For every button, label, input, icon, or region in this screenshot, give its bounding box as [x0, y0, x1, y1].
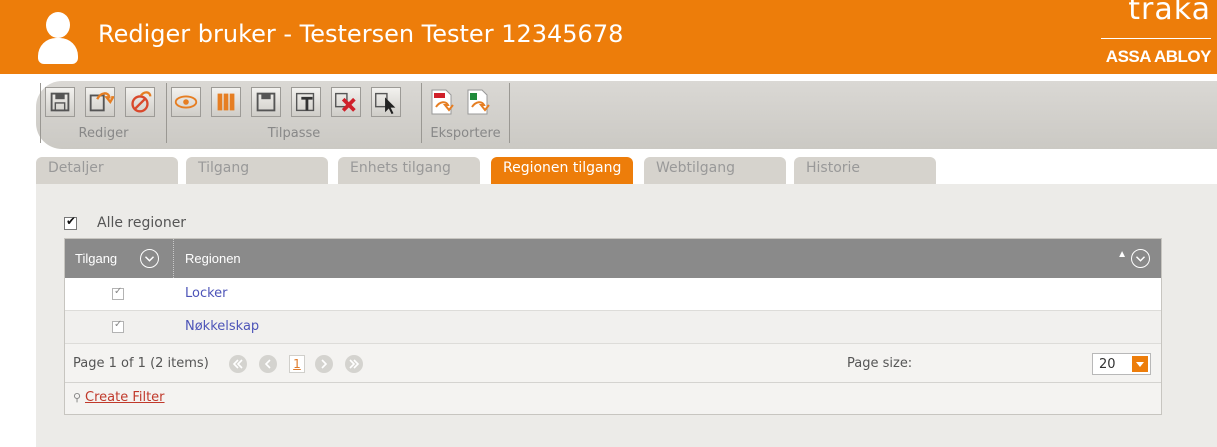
filter-bar: ⚲ Create Filter — [65, 383, 1161, 414]
grid-header: Tilgang Regionen ▲ — [65, 239, 1161, 278]
columns-icon — [217, 93, 235, 111]
export-pdf-icon — [431, 89, 454, 115]
export-excel-button[interactable] — [462, 87, 492, 117]
tab-regionen-tilgang[interactable]: Regionen tilgang — [491, 157, 633, 185]
region-link[interactable]: Nøkkelskap — [185, 319, 259, 334]
cancel-icon — [131, 91, 152, 113]
save-layout-icon — [256, 92, 276, 112]
tab-enhets-tilgang[interactable]: Enhets tilgang — [338, 157, 480, 185]
toolbar-group-label: Tilpasse — [267, 126, 321, 141]
delete-button[interactable] — [331, 87, 361, 117]
column-header-tilgang[interactable]: Tilgang — [65, 239, 174, 278]
table-row: Locker — [65, 278, 1161, 311]
tab-historie[interactable]: Historie — [794, 157, 936, 185]
select-button[interactable] — [371, 87, 401, 117]
tab-strip: Detaljer Tilgang Enhets tilgang Regionen… — [36, 157, 1217, 185]
text-format-icon — [295, 92, 315, 112]
delete-icon — [335, 92, 356, 112]
toolbar-group-label: Eksportere — [430, 126, 501, 141]
toolbar-group-label: Rediger — [78, 126, 129, 141]
regions-grid: Tilgang Regionen ▲ Locker Nøkkelskap Pag… — [64, 238, 1162, 415]
first-page-button[interactable] — [229, 355, 247, 373]
create-filter-link[interactable]: Create Filter — [85, 390, 165, 405]
double-chevron-left-icon — [232, 359, 243, 369]
next-page-button[interactable] — [315, 355, 333, 373]
content-panel: Alle regioner Tilgang Regionen ▲ Locker … — [36, 184, 1217, 447]
dropdown-arrow-icon — [1136, 362, 1144, 367]
text-format-button[interactable] — [291, 87, 321, 117]
sort-ascending-icon: ▲ — [1117, 249, 1127, 260]
prev-page-button[interactable] — [259, 355, 277, 373]
all-regions-row: Alle regioner — [64, 214, 187, 231]
brand-traka-text: traka — [1128, 0, 1211, 27]
tab-detaljer[interactable]: Detaljer — [36, 157, 178, 185]
toolbar-group-tilpasse: Tilpasse — [167, 83, 422, 143]
chevron-down-icon — [144, 256, 155, 262]
column-menu-button[interactable] — [1131, 249, 1150, 268]
save-and-close-button[interactable] — [85, 87, 115, 117]
pager: Page 1 of 1 (2 items) 1 Page size: 20 — [65, 344, 1161, 383]
view-icon — [174, 95, 198, 109]
brand-assa-text: ASSA ABLOY — [1105, 47, 1212, 66]
page-number-current[interactable]: 1 — [289, 355, 305, 373]
column-header-regionen[interactable]: Regionen — [185, 251, 241, 266]
toolbar-group-rediger: Rediger — [40, 83, 167, 143]
export-excel-icon — [467, 89, 490, 115]
filter-icon: ⚲ — [73, 391, 82, 404]
double-chevron-right-icon — [349, 359, 360, 369]
pager-summary: Page 1 of 1 (2 items) — [73, 356, 209, 371]
header-bar: Rediger bruker - Testersen Tester 123456… — [0, 0, 1217, 74]
toolbar: Rediger Tilpasse Eksportere — [36, 81, 1217, 149]
toolbar-group-eksportere: Eksportere — [422, 83, 510, 143]
chevron-left-icon — [264, 359, 271, 369]
user-icon — [36, 12, 80, 64]
region-link[interactable]: Locker — [185, 286, 228, 301]
cancel-button[interactable] — [125, 87, 155, 117]
brand-logo: traka ASSA ABLOY — [1091, 0, 1212, 74]
page-size-value: 20 — [1099, 357, 1116, 372]
columns-button[interactable] — [211, 87, 241, 117]
column-header-tilgang-label: Tilgang — [75, 251, 118, 266]
page-size-dropdown-button[interactable] — [1132, 356, 1148, 372]
page-title: Rediger bruker - Testersen Tester 123456… — [98, 20, 624, 48]
all-regions-label: Alle regioner — [97, 215, 187, 231]
all-regions-checkbox[interactable] — [64, 214, 77, 230]
row-access-checkbox[interactable] — [112, 286, 124, 300]
last-page-button[interactable] — [345, 355, 363, 373]
export-pdf-button[interactable] — [426, 87, 456, 117]
save-and-close-icon — [89, 92, 114, 112]
chevron-down-icon — [1135, 256, 1146, 262]
tab-tilgang[interactable]: Tilgang — [186, 157, 328, 185]
page-size-label: Page size: — [847, 356, 913, 371]
save-layout-button[interactable] — [251, 87, 281, 117]
page-size-select[interactable]: 20 — [1092, 353, 1151, 375]
chevron-right-icon — [321, 359, 328, 369]
row-access-checkbox[interactable] — [112, 319, 124, 333]
select-cursor-icon — [375, 92, 396, 115]
view-button[interactable] — [171, 87, 201, 117]
tab-webtilgang[interactable]: Webtilgang — [644, 157, 786, 185]
table-row: Nøkkelskap — [65, 311, 1161, 344]
column-menu-button[interactable] — [140, 249, 159, 268]
save-icon — [50, 92, 70, 112]
save-button[interactable] — [45, 87, 75, 117]
